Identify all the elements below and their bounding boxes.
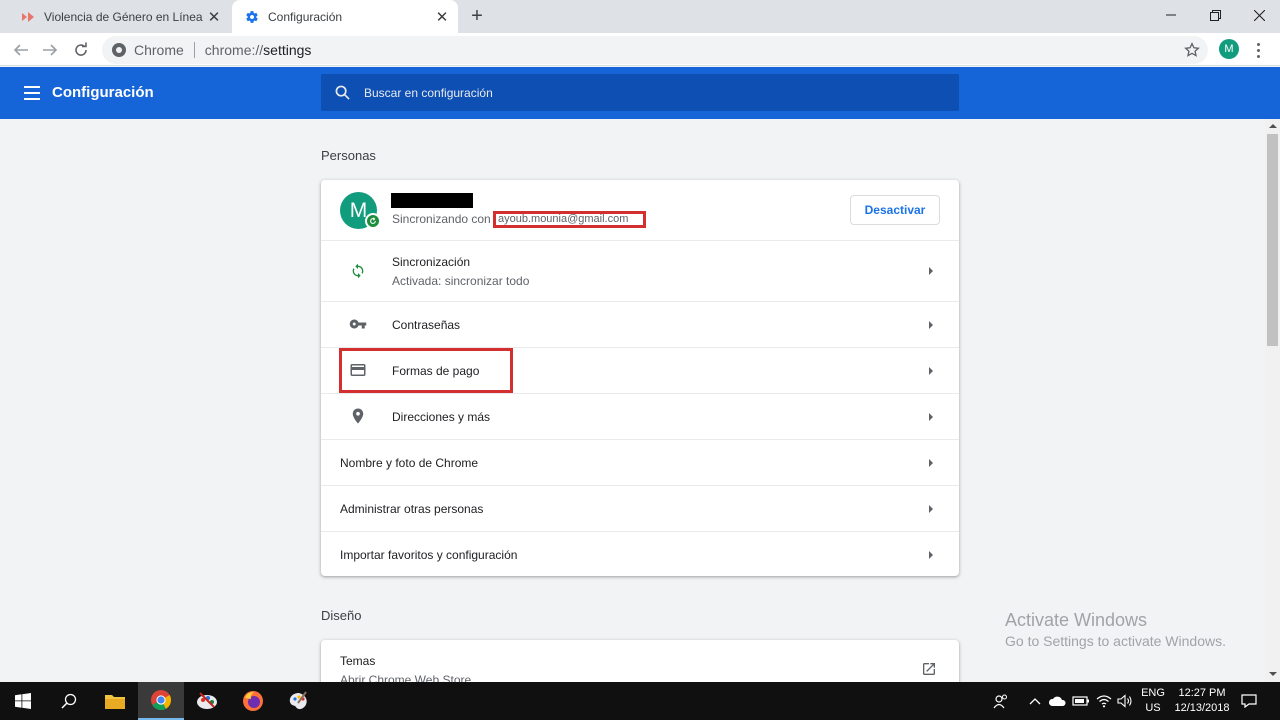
sync-label: Sincronización	[392, 255, 471, 269]
scroll-down-arrow-icon[interactable]	[1269, 672, 1277, 676]
watermark-line2: Go to Settings to activate Windows.	[1005, 633, 1226, 649]
tab-violencia[interactable]: Violencia de Género en Línea | Pl ✕	[8, 0, 230, 33]
notifications-icon[interactable]	[1240, 692, 1258, 710]
omnibox-separator	[193, 42, 195, 58]
more-menu-icon[interactable]	[1250, 38, 1266, 62]
lang-region: US	[1145, 702, 1161, 714]
deactivate-sync-button[interactable]: Desactivar	[850, 195, 940, 225]
windows-start-icon[interactable]	[0, 682, 46, 720]
clock-date: 12/13/2018	[1174, 702, 1230, 714]
search-icon[interactable]	[46, 682, 92, 720]
activate-windows-watermark: Activate Windows Go to Settings to activ…	[1005, 610, 1226, 649]
sync-badge-icon	[365, 213, 381, 229]
page-title: Configuración	[52, 84, 154, 101]
forward-arrow-icon[interactable]	[38, 38, 62, 62]
address-bar[interactable]: Chrome chrome://settings	[102, 36, 1208, 64]
minimize-icon[interactable]	[1148, 0, 1194, 30]
restore-icon[interactable]	[1192, 0, 1238, 30]
scrollbar-thumb[interactable]	[1267, 134, 1278, 346]
addresses-row[interactable]: Direcciones y más	[321, 393, 959, 439]
settings-search[interactable]	[321, 74, 959, 111]
battery-icon[interactable]	[1072, 692, 1090, 710]
passwords-row[interactable]: Contraseñas	[321, 301, 959, 347]
name-photo-row[interactable]: Nombre y foto de Chrome	[321, 439, 959, 485]
settings-content: Personas M Sincronizando con ayoub.mouni…	[0, 119, 1265, 682]
sync-icon	[348, 261, 368, 281]
highlight-annotation-box	[339, 348, 513, 393]
close-tab-icon[interactable]: ✕	[432, 7, 452, 27]
section-title-diseno: Diseño	[321, 608, 362, 623]
account-email: ayoub.mounia@gmail.com	[493, 211, 646, 228]
personas-card: M Sincronizando con ayoub.mounia@gmail.c…	[321, 180, 959, 576]
import-label: Importar favoritos y configuración	[340, 548, 518, 562]
chevron-right-icon	[929, 551, 933, 559]
search-input[interactable]	[364, 85, 924, 100]
browser-toolbar: Chrome chrome://settings M	[0, 33, 1280, 66]
name-photo-label: Nombre y foto de Chrome	[340, 456, 479, 470]
import-row[interactable]: Importar favoritos y configuración	[321, 531, 959, 576]
scroll-up-arrow-icon[interactable]	[1269, 124, 1277, 128]
chevron-right-icon	[929, 505, 933, 513]
themes-row[interactable]: Temas Abrir Chrome Web Store	[321, 640, 959, 682]
chrome-page-icon	[112, 43, 126, 57]
manage-people-label: Administrar otras personas	[340, 502, 484, 516]
manage-people-row[interactable]: Administrar otras personas	[321, 485, 959, 531]
chrome-icon[interactable]	[138, 682, 184, 720]
sync-status-text: Sincronizando con	[392, 212, 491, 226]
reload-icon[interactable]	[69, 38, 93, 62]
chevron-right-icon	[929, 267, 933, 275]
settings-gear-icon	[244, 9, 260, 25]
section-title-personas: Personas	[321, 148, 376, 163]
chevron-right-icon	[929, 459, 933, 467]
profile-avatar-button[interactable]: M	[1219, 39, 1239, 59]
location-pin-icon	[348, 406, 368, 426]
redacted-account-name	[391, 193, 473, 208]
diseno-card: Temas Abrir Chrome Web Store	[321, 640, 959, 682]
passwords-label: Contraseñas	[392, 318, 461, 332]
tab-favicon-icon	[20, 9, 36, 25]
chevron-right-icon	[929, 367, 933, 375]
close-window-icon[interactable]	[1236, 0, 1280, 30]
external-link-icon[interactable]	[921, 661, 937, 682]
omnibox-chip: Chrome	[134, 42, 184, 58]
bookmark-star-icon[interactable]	[1180, 38, 1204, 62]
lang-code: ENG	[1141, 687, 1165, 699]
chevron-right-icon	[929, 413, 933, 421]
tab-configuracion[interactable]: Configuración ✕	[232, 0, 458, 33]
sync-row[interactable]: Sincronización Activada: sincronizar tod…	[321, 240, 959, 301]
settings-header: Configuración	[0, 67, 1280, 119]
themes-label: Temas	[340, 654, 376, 668]
back-arrow-icon[interactable]	[9, 38, 33, 62]
omnibox-url: chrome://settings	[204, 42, 312, 58]
volume-icon[interactable]	[1116, 692, 1134, 710]
input-language-indicator[interactable]: ENG US	[1140, 686, 1166, 716]
close-tab-icon[interactable]: ✕	[204, 7, 224, 27]
tab-title: Configuración	[268, 9, 343, 24]
onedrive-cloud-icon[interactable]	[1048, 692, 1066, 710]
sync-sublabel: Activada: sincronizar todo	[392, 274, 530, 288]
themes-sublabel: Abrir Chrome Web Store	[340, 673, 472, 682]
people-icon[interactable]	[992, 692, 1010, 710]
paint-palette-icon[interactable]	[276, 682, 322, 720]
chevron-right-icon	[929, 321, 933, 329]
windows-taskbar: ENG US 12:27 PM 12/13/2018	[0, 682, 1280, 720]
new-tab-button[interactable]: +	[466, 5, 488, 27]
system-clock[interactable]: 12:27 PM 12/13/2018	[1172, 686, 1232, 716]
vertical-scrollbar[interactable]	[1265, 119, 1280, 682]
addresses-label: Direcciones y más	[392, 410, 491, 424]
firefox-icon[interactable]	[230, 682, 276, 720]
watermark-line1: Activate Windows	[1005, 610, 1148, 630]
tab-title: Violencia de Género en Línea | Pl	[44, 9, 204, 24]
tab-strip: Violencia de Género en Línea | Pl ✕ Conf…	[0, 0, 1280, 33]
key-icon	[348, 314, 368, 334]
chevron-up-icon[interactable]	[1026, 692, 1044, 710]
file-explorer-icon[interactable]	[92, 682, 138, 720]
wifi-icon[interactable]	[1095, 692, 1113, 710]
search-icon	[334, 85, 350, 101]
clock-time: 12:27 PM	[1178, 687, 1226, 699]
paint-app-icon[interactable]	[184, 682, 230, 720]
hamburger-menu-icon[interactable]	[24, 86, 40, 100]
payment-methods-row[interactable]: Formas de pago	[321, 347, 959, 393]
